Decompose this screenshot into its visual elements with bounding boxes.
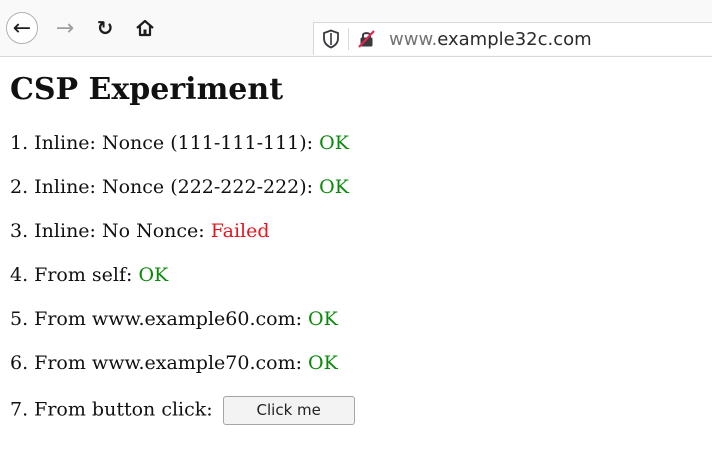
- back-arrow-icon: ←: [12, 15, 32, 41]
- result-label: 4. From self:: [10, 264, 139, 286]
- result-status: OK: [319, 176, 349, 198]
- result-line-3: 3. Inline: No Nonce: Failed: [10, 220, 270, 242]
- forward-button[interactable]: →: [50, 13, 80, 43]
- result-status: OK: [308, 352, 338, 374]
- result-line-1: 1. Inline: Nonce (111-111-111): OK: [10, 132, 349, 154]
- result-label: 5. From www.example60.com:: [10, 308, 309, 330]
- result-line-4: 4. From self: OK: [10, 264, 168, 286]
- result-label: 7. From button click:: [10, 398, 219, 421]
- insecure-lock-icon[interactable]: [357, 29, 377, 49]
- home-icon: [136, 19, 154, 37]
- back-button[interactable]: ←: [6, 12, 38, 44]
- result-line-5: 5. From www.example60.com: OK: [10, 308, 338, 330]
- home-button[interactable]: [130, 13, 160, 43]
- address-bar[interactable]: www.example32c.com: [313, 22, 712, 55]
- result-status: OK: [308, 308, 338, 330]
- url-prefix: www.: [389, 28, 438, 50]
- result-label: 3. Inline: No Nonce:: [10, 220, 211, 242]
- shield-icon[interactable]: [322, 29, 340, 49]
- result-status: OK: [138, 264, 169, 286]
- result-label: 1. Inline: Nonce (111-111-111):: [10, 132, 320, 154]
- reload-icon: ↻: [96, 16, 114, 40]
- result-line-2: 2. Inline: Nonce (222-222-222): OK: [10, 176, 349, 198]
- result-status: Failed: [210, 220, 270, 242]
- result-status: OK: [319, 132, 349, 154]
- urlbar-divider: [348, 28, 349, 50]
- browser-toolbar: ← → ↻ www.example32c.com: [0, 0, 712, 57]
- result-line-6: 6. From www.example70.com: OK: [10, 352, 338, 374]
- result-label: 6. From www.example70.com:: [10, 352, 309, 374]
- click-me-button[interactable]: Click me: [222, 396, 355, 425]
- url-text[interactable]: www.example32c.com: [389, 29, 592, 50]
- url-domain: example32c.com: [437, 28, 592, 50]
- forward-arrow-icon: →: [55, 15, 75, 41]
- page-title: CSP Experiment: [10, 72, 284, 107]
- reload-button[interactable]: ↻: [90, 13, 120, 43]
- result-line-7: 7. From button click: Click me: [10, 396, 355, 425]
- result-label: 2. Inline: Nonce (222-222-222):: [10, 176, 320, 198]
